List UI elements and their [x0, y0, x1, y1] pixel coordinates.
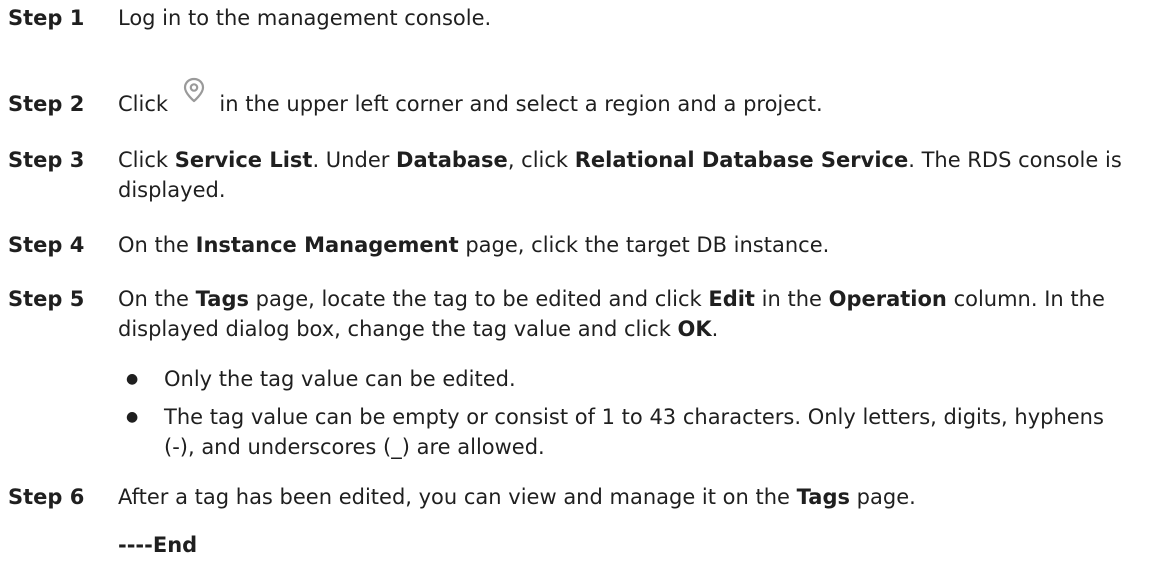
step-5-label: Step 5	[8, 287, 85, 311]
step-1-text: Log in to the management console.	[118, 3, 1138, 33]
service-list-term: Service List	[174, 148, 313, 172]
document-page: Step 1 Log in to the management console.…	[0, 0, 1153, 574]
step-1-text-part: Log in to the management console.	[118, 6, 492, 30]
step-1: Step 1 Log in to the management console.	[8, 3, 1138, 33]
step-3: Step 3 Click Service List. Under Databas…	[8, 145, 1138, 205]
end-marker: ----End	[118, 533, 198, 557]
instance-management-term: Instance Management	[195, 233, 459, 257]
rds-term: Relational Database Service	[574, 148, 909, 172]
step-3-text: Click Service List. Under Database, clic…	[118, 145, 1138, 205]
bullet-icon: ●	[126, 409, 139, 425]
step-6-text-part: page.	[849, 485, 916, 509]
step-2-text: Click in the upper left corner and selec…	[118, 77, 1138, 119]
operation-term: Operation	[828, 287, 947, 311]
step-4-label: Step 4	[8, 233, 85, 257]
step-5-text-part: On the	[118, 287, 196, 311]
tags-term: Tags	[796, 485, 850, 509]
edit-term: Edit	[708, 287, 755, 311]
step-5-text-part: in the	[754, 287, 829, 311]
step-3-text-part: Click	[118, 148, 175, 172]
note-text: The tag value can be empty or consist of…	[164, 405, 1104, 459]
bullet-icon: ●	[126, 371, 139, 387]
step-5-notes: ● Only the tag value can be edited. ● Th…	[118, 364, 1138, 470]
step-4-text-part: page, click the target DB instance.	[458, 233, 830, 257]
step-5-text: On the Tags page, locate the tag to be e…	[118, 284, 1138, 344]
ok-term: OK	[677, 317, 712, 341]
step-5: Step 5 On the Tags page, locate the tag …	[8, 284, 1138, 344]
location-pin-icon	[177, 75, 211, 105]
step-4: Step 4 On the Instance Management page, …	[8, 230, 1138, 260]
step-6-text-part: After a tag has been edited, you can vie…	[118, 485, 797, 509]
step-2-label: Step 2	[8, 92, 85, 116]
step-1-label: Step 1	[8, 6, 85, 30]
note-item: ● The tag value can be empty or consist …	[118, 402, 1138, 462]
step-5-text-part: page, locate the tag to be edited and cl…	[248, 287, 709, 311]
step-3-text-part: . Under	[312, 148, 397, 172]
step-4-text: On the Instance Management page, click t…	[118, 230, 1138, 260]
step-6-label: Step 6	[8, 485, 85, 509]
step-3-label: Step 3	[8, 148, 85, 172]
database-term: Database	[396, 148, 508, 172]
tags-term: Tags	[195, 287, 249, 311]
step-2: Step 2 Click in the upper left corner an…	[8, 77, 1138, 119]
step-2-text-rest: in the upper left corner and select a re…	[219, 92, 823, 116]
step-3-text-part: , click	[507, 148, 575, 172]
step-4-text-part: On the	[118, 233, 196, 257]
note-text: Only the tag value can be edited.	[164, 367, 516, 391]
step-5-text-part: .	[711, 317, 719, 341]
step-6: Step 6 After a tag has been edited, you …	[8, 482, 1138, 512]
note-item: ● Only the tag value can be edited.	[118, 364, 1138, 394]
step-6-text: After a tag has been edited, you can vie…	[118, 482, 1138, 512]
step-2-text-click: Click	[118, 92, 169, 116]
